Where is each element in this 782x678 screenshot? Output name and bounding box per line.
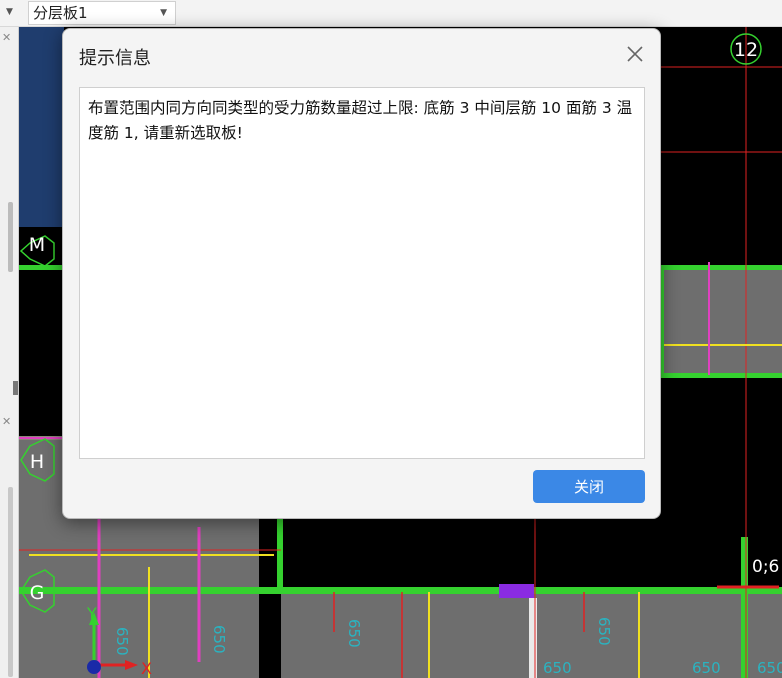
dialog-message: 布置范围内同方向同类型的受力筋数量超过上限: 底筋 3 中间层筋 10 面筋 3… [88,99,633,142]
close-panel-icon[interactable]: ✕ [2,31,11,44]
slab-region [659,265,782,378]
grid-label: G [30,582,45,604]
grid-bubble-12: 12 [730,33,762,65]
dialog-title: 提示信息 [79,48,151,69]
dimension-label: 650 [757,659,782,677]
beam-line [277,517,283,592]
close-button[interactable]: 关闭 [533,470,645,503]
side-toolbar-panel [19,27,64,227]
close-panel-icon[interactable]: ✕ [2,415,11,428]
dimension-label: 650 [210,625,228,654]
grid-label: 12 [734,39,758,61]
info-dialog: 提示信息 布置范围内同方向同类型的受力筋数量超过上限: 底筋 3 中间层筋 10… [62,28,661,519]
dimension-label: 650 [595,617,613,646]
panel-splitter-handle[interactable] [13,381,18,395]
dimension-label: 650 [113,627,131,656]
layer-select[interactable]: 分层板1 ▼ [28,1,176,25]
beam-line [741,537,748,678]
grid-label: M [29,234,45,256]
left-panel-strip: ✕ ✕ [0,27,19,678]
chevron-down-icon: ▼ [160,8,167,18]
dimension-label: 650 [692,659,721,677]
dialog-message-box: 布置范围内同方向同类型的受力筋数量超过上限: 底筋 3 中间层筋 10 面筋 3… [79,87,645,459]
toolbar-dropdown-arrow-icon[interactable]: ▼ [6,7,13,17]
axis-label-x: X [141,659,152,678]
beam-line [19,587,782,594]
close-icon[interactable] [622,41,648,67]
panel-scrollbar[interactable] [8,202,13,272]
grid-label: H [30,451,44,473]
beam-line [659,373,782,378]
dimension-label: 650 [345,619,363,648]
dimension-label: 650 [543,659,572,677]
dimension-label: 0;6 [752,557,779,577]
column-marker [529,598,537,678]
column-marker [499,584,534,598]
beam-line [659,265,782,270]
axis-label-y: Y [86,604,97,623]
panel-scrollbar[interactable] [8,487,13,677]
top-toolbar: ▼ 分层板1 ▼ [0,0,782,27]
layer-select-value: 分层板1 [33,4,88,22]
